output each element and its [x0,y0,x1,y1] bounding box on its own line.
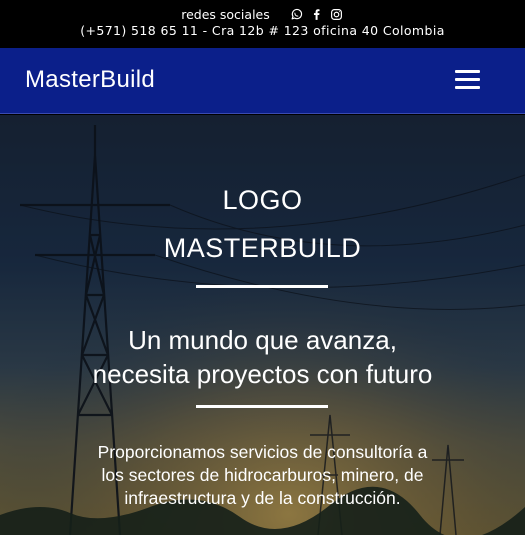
hamburger-bar [455,86,480,89]
description-line: los sectores de hidrocarburos, minero, d… [101,465,424,485]
tagline-line: necesita proyectos con futuro [92,359,433,389]
description-line: infraestructura y de la construcción. [124,488,401,508]
hero-description: Proporcionamos servicios de consultoría … [60,441,465,510]
tagline-line: Un mundo que avanza, [128,325,397,355]
whatsapp-icon[interactable] [290,7,304,21]
hero-section: LOGO MASTERBUILD Un mundo que avanza, ne… [0,115,525,535]
hero-content: LOGO MASTERBUILD Un mundo que avanza, ne… [0,115,525,535]
logo-company-name: MASTERBUILD [163,233,362,263]
facebook-icon[interactable] [310,7,324,21]
logo-text: LOGO [222,185,303,215]
hamburger-bar [455,78,480,81]
navbar: MasterBuild [0,48,525,114]
hero-tagline: Un mundo que avanza, necesita proyectos … [0,323,525,391]
instagram-icon[interactable] [330,7,344,21]
top-contact-bar: redes sociales (+571) 518 65 11 - Cra 12… [0,0,525,48]
hamburger-menu-icon[interactable] [455,70,480,90]
divider [196,285,328,288]
description-line: Proporcionamos servicios de consultoría … [97,442,428,462]
social-icons [290,7,344,21]
brand-logo[interactable]: MasterBuild [25,66,155,94]
social-label: redes sociales [181,6,270,22]
social-row: redes sociales [0,6,525,22]
hamburger-bar [455,70,480,73]
contact-info: (+571) 518 65 11 - Cra 12b # 123 oficina… [80,23,445,38]
divider [196,405,328,408]
